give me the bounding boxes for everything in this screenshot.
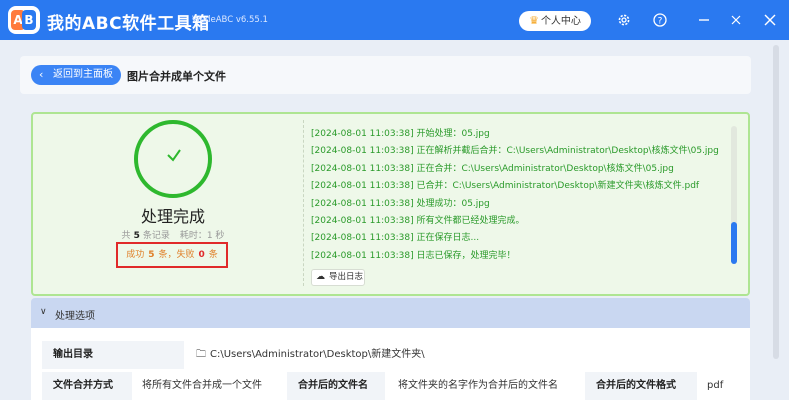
app-title: 我的ABC软件工具箱 [47, 14, 210, 34]
success-fail-summary: 成功 5 条，失败 0 条 [116, 242, 228, 268]
chevron-down-icon: ∨ [40, 307, 47, 317]
help-icon[interactable]: ? [650, 10, 670, 30]
log-scrollbar-thumb[interactable] [731, 222, 737, 264]
back-button-label: 返回到主面板 [53, 69, 113, 80]
user-center-button[interactable]: ♛ 个人中心 [519, 11, 591, 31]
chevron-left-icon: ‹ [39, 68, 44, 81]
log-divider [303, 120, 304, 286]
export-log-button[interactable]: ☁ 导出日志 [311, 269, 365, 286]
log-line: [2024-08-01 11:03:38] 所有文件都已经处理完成。 [311, 215, 525, 226]
options-section-header[interactable]: ∨ 处理选项 [31, 298, 750, 328]
back-to-main-button[interactable]: ‹ 返回到主面板 [31, 65, 121, 85]
merged-name-value: 将文件夹的名字作为合并后的文件名 [398, 380, 558, 391]
fail-unit: 条 [208, 250, 218, 260]
success-label: 成功 [126, 250, 145, 260]
output-dir-value: 🗀 C:\Users\Administrator\Desktop\新建文件夹\ [196, 341, 736, 369]
merge-mode-label: 文件合并方式 [42, 372, 132, 400]
app-version: WodeABC v6.55.1 [192, 15, 268, 25]
merged-format-value: pdf [707, 380, 724, 391]
log-line: [2024-08-01 11:03:38] 开始处理：05.jpg [311, 129, 490, 139]
fail-count: 0 [198, 250, 205, 260]
total-suffix: 条记录 [142, 231, 170, 241]
svg-text:?: ? [658, 16, 663, 26]
user-center-label: 个人中心 [540, 16, 581, 27]
status-title: 处理完成 [140, 207, 205, 226]
folder-icon: 🗀 [196, 349, 206, 360]
log-line: [2024-08-01 11:03:38] 处理成功：05.jpg [311, 198, 490, 209]
process-log: [2024-08-01 11:03:38] 开始处理：05.jpg [2024-… [311, 126, 729, 265]
log-line: [2024-08-01 11:03:38] 正在解析并截后合并：C:\Users… [311, 146, 719, 157]
restore-icon[interactable] [726, 10, 746, 30]
output-dir-path: C:\Users\Administrator\Desktop\新建文件夹\ [210, 349, 425, 360]
total-count: 5 [133, 231, 140, 241]
total-prefix: 共 [121, 231, 131, 241]
log-line: [2024-08-01 11:03:38] 正在保存日志... [311, 233, 480, 244]
minimize-icon[interactable] [694, 10, 714, 30]
app-logo: A B [8, 6, 40, 34]
log-line: [2024-08-01 11:03:38] 日志已保存，处理完毕！ [311, 250, 516, 261]
checkmark-icon [167, 149, 181, 162]
success-unit: 条，失败 [158, 250, 195, 260]
merged-format-label: 合并后的文件格式 [585, 372, 697, 400]
cloud-download-icon: ☁ [316, 272, 325, 282]
merged-name-label: 合并后的文件名 [287, 372, 385, 400]
logo-right-letter: B [22, 10, 36, 30]
record-summary: 共 5 条记录 耗时：1 秒 [116, 228, 230, 241]
options-section-label: 处理选项 [55, 311, 95, 322]
page-scrollbar[interactable] [773, 45, 779, 359]
merge-mode-value: 将所有文件合并成一个文件 [142, 380, 262, 391]
title-bar: A B 我的ABC软件工具箱 WodeABC v6.55.1 ♛ 个人中心 ? [0, 0, 789, 40]
crown-icon: ♛ [529, 14, 539, 27]
log-line: [2024-08-01 11:03:38] 已合并：C:\Users\Admin… [311, 181, 700, 192]
close-icon[interactable] [760, 10, 780, 30]
output-dir-label: 输出目录 [42, 341, 184, 369]
settings-icon[interactable] [614, 10, 634, 30]
elapsed-time: 耗时：1 秒 [179, 231, 225, 241]
success-count: 5 [148, 250, 155, 260]
page-title: 图片合并成单个文件 [127, 70, 226, 83]
export-log-label: 导出日志 [329, 272, 364, 282]
log-line: [2024-08-01 11:03:38] 正在合并：C:\Users\Admi… [311, 163, 674, 174]
